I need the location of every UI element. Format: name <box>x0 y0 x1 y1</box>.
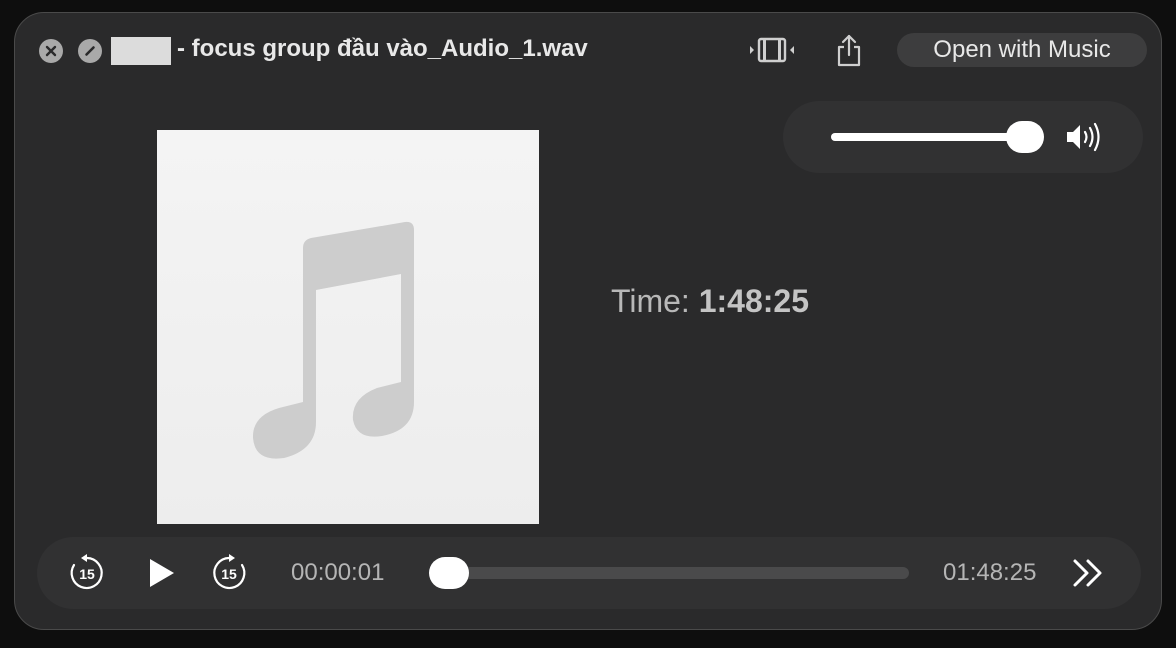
forward-seconds-label: 15 <box>221 566 237 582</box>
volume-slider[interactable] <box>831 133 1035 141</box>
open-with-music-button[interactable]: Open with Music <box>897 33 1147 67</box>
total-duration: 01:48:25 <box>943 559 1037 586</box>
time-label: Time: <box>611 283 690 319</box>
playback-speed-button[interactable] <box>1071 557 1107 594</box>
music-note-icon <box>252 221 414 459</box>
volume-panel <box>783 101 1143 173</box>
volume-knob[interactable] <box>1005 121 1044 153</box>
trim-button[interactable] <box>749 33 795 72</box>
forward-15-button[interactable]: 15 <box>209 553 249 598</box>
seek-knob[interactable] <box>429 557 470 589</box>
album-artwork <box>157 130 539 524</box>
playback-controls: 15 15 00:00:01 01:48:25 <box>37 537 1141 609</box>
time-value: 1:48:25 <box>698 283 809 319</box>
rewind-seconds-label: 15 <box>79 566 95 582</box>
close-button[interactable] <box>39 39 63 63</box>
share-icon <box>837 34 861 67</box>
window-title: - focus group đầu vào_Audio_1.wav <box>177 35 588 62</box>
seek-bar[interactable] <box>431 567 909 579</box>
rewind-15-button[interactable]: 15 <box>67 553 107 598</box>
redacted-filename-prefix <box>111 37 171 65</box>
block-icon <box>85 46 95 56</box>
fast-forward-icon <box>1073 559 1102 587</box>
trim-icon <box>750 37 794 63</box>
speaker-icon <box>1067 122 1100 152</box>
current-time: 00:00:01 <box>291 559 385 586</box>
quicklook-window: - focus group đầu vào_Audio_1.wav Open w… <box>14 12 1162 630</box>
play-button[interactable] <box>147 557 177 594</box>
volume-fill <box>831 133 1025 141</box>
volume-button[interactable] <box>1065 121 1105 158</box>
play-icon <box>150 559 174 587</box>
skip-back-15-icon: 15 <box>70 554 103 590</box>
close-icon <box>45 45 57 57</box>
duration-info: Time: 1:48:25 <box>611 283 809 320</box>
share-button[interactable] <box>835 33 863 74</box>
disable-button[interactable] <box>78 39 102 63</box>
skip-forward-15-icon: 15 <box>213 554 246 590</box>
